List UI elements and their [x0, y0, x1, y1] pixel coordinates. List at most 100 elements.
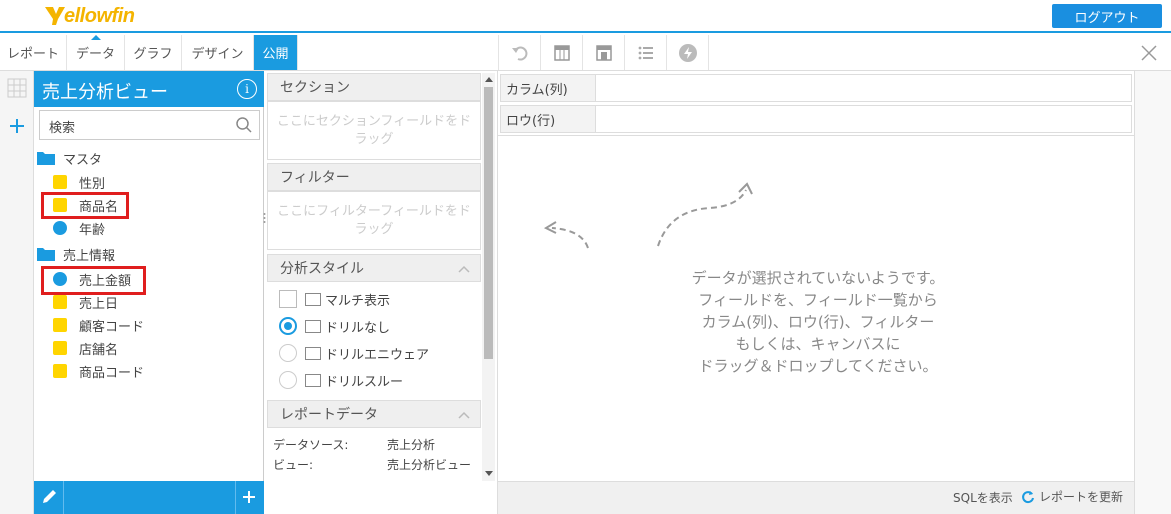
options-scroll-area: セクション ここにセクションフィールドをド ラッグ フィルター ここにフィルター…: [267, 73, 481, 481]
drill-none-radio[interactable]: [279, 317, 297, 335]
tab-chart[interactable]: グラフ: [125, 35, 182, 70]
field-label: 性別: [79, 176, 106, 192]
quick-action-button[interactable]: [666, 35, 708, 70]
empty-canvas-message: データが選択されていないようです。 フィールドを、フィールド一覧から カラム(列…: [528, 267, 1108, 377]
drill-anywhere-option[interactable]: ドリルエニウェア: [279, 342, 429, 364]
option-label: ドリルエニウェア: [325, 347, 430, 363]
undo-icon: [511, 46, 527, 60]
report-data-value: 売上分析ビュー: [387, 458, 472, 472]
top-header: ellowfin ログアウト: [0, 0, 1171, 33]
drill-none-option[interactable]: ドリルなし: [279, 315, 390, 337]
grid-view-button[interactable]: [0, 71, 34, 105]
close-icon: [1141, 45, 1157, 61]
tab-design[interactable]: デザイン: [182, 35, 254, 70]
search-placeholder: 検索: [49, 121, 76, 136]
metric-icon: [53, 221, 67, 235]
field-search-input[interactable]: 検索: [39, 110, 260, 140]
report-data-key: データソース:: [273, 438, 349, 452]
field-age[interactable]: 年齢: [53, 217, 105, 239]
report-data-header[interactable]: レポートデータ: [267, 400, 481, 428]
scrollbar-thumb[interactable]: [484, 87, 493, 359]
folder-master[interactable]: マスタ: [37, 147, 102, 169]
report-options-panel: セクション ここにセクションフィールドをド ラッグ フィルター ここにフィルター…: [265, 71, 497, 514]
logout-button[interactable]: ログアウト: [1052, 4, 1162, 28]
table-icon: [305, 319, 321, 333]
option-label: マルチ表示: [325, 293, 391, 309]
drill-anywhere-icon: [305, 346, 321, 360]
footer-divider: [235, 481, 236, 514]
folder-label: 売上情報: [63, 248, 116, 264]
drop-hint-line: ラッグ: [354, 132, 394, 147]
empty-message-line: フィールドを、フィールド一覧から: [698, 291, 938, 309]
undo-button[interactable]: [498, 35, 540, 70]
drop-hint-line: ここにセクションフィールドをド: [276, 114, 472, 129]
logo-y-icon: [45, 7, 65, 25]
folder-icon: [37, 152, 55, 165]
list-button[interactable]: [624, 35, 666, 70]
refresh-icon: [1022, 490, 1034, 503]
canvas-drop-area[interactable]: データが選択されていないようです。 フィールドを、フィールド一覧から カラム(列…: [498, 135, 1135, 481]
drill-through-option[interactable]: ドリルスルー: [279, 369, 403, 391]
active-step-pointer: [91, 35, 101, 40]
field-product-code[interactable]: 商品コード: [53, 360, 144, 382]
print-button[interactable]: [582, 35, 624, 70]
analysis-style-header[interactable]: 分析スタイル: [267, 254, 481, 282]
list-icon: [638, 46, 653, 59]
section-drop-zone[interactable]: ここにセクションフィールドをド ラッグ: [267, 101, 481, 160]
plus-icon: [10, 119, 24, 133]
section-header: セクション: [267, 73, 481, 101]
option-label: ドリルスルー: [325, 374, 404, 390]
search-icon[interactable]: [235, 116, 253, 134]
scroll-up-arrow-icon[interactable]: [485, 77, 493, 82]
refresh-label: レポートを更新: [1039, 490, 1124, 504]
canvas-status-bar: SQLを表示 レポートを更新: [497, 481, 1134, 514]
date-icon: [53, 295, 67, 309]
curved-arrow-left-icon: [543, 221, 589, 249]
info-icon[interactable]: i: [237, 79, 257, 99]
data-fields-panel: 売上分析ビュー i 検索 マスタ 性別 商品名 年齢 売上情報 売上金額 売上日…: [34, 71, 264, 514]
analysis-style-title: 分析スタイル: [280, 261, 364, 277]
curved-arrow-up-icon: [657, 182, 753, 247]
chevron-up-icon: [458, 265, 470, 273]
folder-sales-info[interactable]: 売上情報: [37, 243, 115, 265]
tab-report[interactable]: レポート: [0, 35, 67, 70]
empty-message-line: ドラッグ＆ドロップしてください。: [698, 357, 938, 375]
multi-display-option[interactable]: マルチ表示: [279, 288, 390, 310]
add-button[interactable]: [0, 109, 34, 143]
multi-display-checkbox[interactable]: [279, 290, 297, 308]
report-data-key: ビュー:: [273, 458, 314, 472]
drill-through-radio[interactable]: [279, 371, 297, 389]
empty-message-line: もしくは、キャンバスに: [735, 335, 901, 353]
builder-tabs-bar: レポート データ グラフ デザイン 公開: [0, 35, 1171, 71]
filter-header: フィルター: [267, 163, 481, 191]
refresh-report-link[interactable]: レポートを更新: [1021, 488, 1123, 505]
grid-icon: [7, 78, 27, 98]
field-store-name[interactable]: 店舗名: [53, 337, 118, 359]
report-data-title: レポートデータ: [280, 407, 378, 423]
scroll-down-arrow-icon[interactable]: [485, 471, 493, 476]
dimension-icon: [53, 364, 67, 378]
field-label: 年齢: [79, 222, 106, 238]
field-customer-code[interactable]: 顧客コード: [53, 314, 144, 336]
tab-publish[interactable]: 公開: [254, 35, 298, 70]
plus-icon[interactable]: [242, 490, 256, 504]
drill-anywhere-radio[interactable]: [279, 344, 297, 362]
yellowfin-logo[interactable]: ellowfin: [44, 3, 135, 29]
report-data-value: 売上分析: [387, 438, 436, 452]
row-label: ロウ(行): [501, 106, 596, 132]
tab-data[interactable]: データ: [67, 35, 125, 70]
table-view-button[interactable]: [540, 35, 582, 70]
dimension-icon: [53, 341, 67, 355]
row-drop-zone[interactable]: ロウ(行): [500, 105, 1132, 133]
field-gender[interactable]: 性別: [53, 171, 105, 193]
right-gutter: [1134, 71, 1171, 514]
panel-resize-grip-icon[interactable]: [263, 212, 266, 226]
column-drop-zone[interactable]: カラム(列): [500, 74, 1132, 102]
pencil-icon[interactable]: [40, 488, 58, 506]
close-builder-button[interactable]: [1136, 40, 1162, 66]
filter-drop-zone[interactable]: ここにフィルターフィールドをド ラッグ: [267, 191, 481, 250]
show-sql-link[interactable]: SQLを表示: [953, 489, 1013, 506]
options-scrollbar[interactable]: [482, 73, 495, 481]
footer-divider: [63, 481, 64, 514]
report-view-row: ビュー: 売上分析ビュー: [273, 456, 471, 473]
